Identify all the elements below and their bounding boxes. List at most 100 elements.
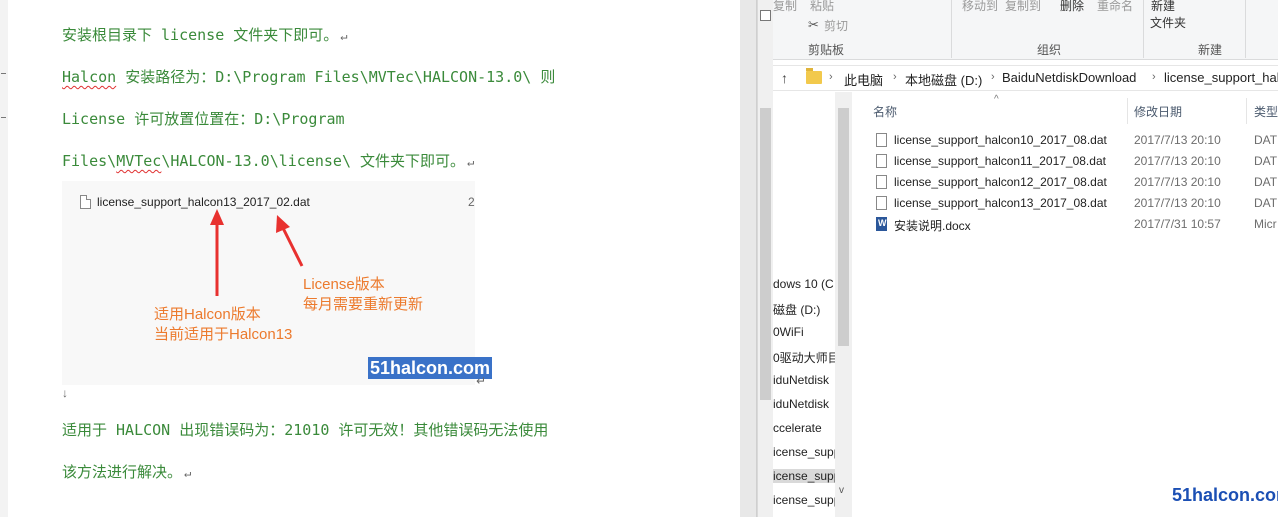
file-row[interactable]: license_support_halcon10_2017_08.dat 201… [852, 130, 1278, 151]
breadcrumb-baidunetdisk[interactable]: BaiduNetdiskDownload [1002, 70, 1136, 85]
nav-item[interactable]: icense_supp [773, 493, 835, 507]
file-name: license_support_halcon10_2017_08.dat [894, 133, 1107, 147]
annotation-version-line1: 适用Halcon版本 [154, 306, 261, 323]
annotation-version-line2: 当前适用于Halcon13 [154, 326, 293, 343]
annotation-license-line1: License版本 [303, 276, 385, 293]
file-row[interactable]: 安装说明.docx 2017/7/31 10:57 Micr [852, 214, 1278, 235]
file-type: Micr [1254, 217, 1277, 231]
nav-item[interactable]: 0驱动大师目 [773, 349, 835, 366]
file-name: license_support_halcon11_2017_08.dat [894, 154, 1106, 168]
ribbon: 复制 粘贴 ✂ 剪切 剪贴板 移动到 复制到 删除 重命名 组织 新建 文件夹 … [773, 0, 1278, 60]
scissors-icon: ✂ [808, 17, 819, 32]
nav-item[interactable]: iduNetdisk [773, 397, 835, 411]
breadcrumb-current-folder[interactable]: license_support_halc [1164, 70, 1278, 85]
paste-shortcut-button[interactable]: 粘贴 [810, 0, 834, 14]
file-icon [876, 154, 887, 168]
new-item-button[interactable]: 新建 [1151, 0, 1175, 14]
embedded-watermark: 51halcon.com [368, 357, 493, 379]
breadcrumb-this-pc[interactable]: 此电脑 [844, 70, 883, 89]
file-icon [876, 133, 887, 147]
document-scrollbar[interactable] [757, 0, 773, 517]
nav-scrollbar[interactable]: v [835, 92, 852, 517]
chevron-right-icon[interactable]: › [893, 71, 897, 83]
chevron-right-icon[interactable]: › [829, 71, 833, 83]
cut-button[interactable]: 剪切 [824, 17, 848, 34]
delete-button[interactable]: 删除 [1060, 0, 1084, 14]
arrow-version-icon [210, 209, 224, 296]
move-to-button[interactable]: 移动到 [962, 0, 998, 14]
embedded-screenshot[interactable]: license_support_halcon13_2017_02.dat 2 L… [62, 181, 493, 385]
copy-button[interactable]: 复制 [773, 0, 797, 14]
file-name: license_support_halcon13_2017_08.dat [894, 196, 1107, 210]
file-icon [876, 196, 887, 210]
new-group-label: 新建 [1198, 43, 1223, 57]
rename-button[interactable]: 重命名 [1097, 0, 1133, 14]
doc-line-5: 适用于 HALCON 出现错误码为：21010 许可无效！其他错误码无法使用 [62, 421, 549, 439]
file-type: DAT [1254, 175, 1278, 189]
ribbon-separator [1143, 0, 1144, 58]
navigation-pane: dows 10 (C 磁盘 (D:) 0WiFi 0驱动大师目 iduNetdi… [773, 92, 835, 517]
chevron-right-icon[interactable]: › [1152, 71, 1156, 83]
address-bar[interactable]: ↑ › 此电脑 › 本地磁盘 (D:) › BaiduNetdiskDownlo… [773, 65, 1278, 91]
doc-line-4: Files\MVTec\HALCON-13.0\license\ 文件夹下即可。… [62, 152, 475, 170]
column-header-name[interactable]: 名称 [873, 103, 897, 120]
organize-group-label: 组织 [1037, 43, 1062, 57]
scrollbar-thumb[interactable] [838, 108, 849, 346]
word-doc-icon [876, 217, 887, 231]
nav-item[interactable]: icense_supp [773, 445, 835, 459]
folder-icon [806, 68, 822, 84]
file-type: DAT [1254, 133, 1278, 147]
file-date: 2017/7/13 20:10 [1134, 133, 1221, 147]
spellcheck-word: MVTec [116, 152, 162, 170]
doc-line-2: Halcon 安装路径为：D:\Program Files\MVTec\HALC… [62, 68, 556, 86]
chevron-down-icon[interactable]: v [839, 485, 844, 496]
gutter-mark [1, 73, 6, 74]
site-watermark: 51halcon.com [1172, 485, 1278, 505]
file-row[interactable]: license_support_halcon12_2017_08.dat 201… [852, 172, 1278, 193]
file-row[interactable]: license_support_halcon11_2017_08.dat 201… [852, 151, 1278, 172]
nav-item[interactable]: 0WiFi [773, 325, 835, 339]
file-list: ^ 名称 修改日期 类型 license_support_halcon10_20… [852, 92, 1278, 517]
copy-to-button[interactable]: 复制到 [1005, 0, 1041, 14]
word-document: 安装根目录下 license 文件夹下即可。 ↵ Halcon 安装路径为：D:\… [0, 0, 740, 517]
file-name: license_support_halcon12_2017_08.dat [894, 175, 1107, 189]
file-date: 2017/7/13 20:10 [1134, 175, 1221, 189]
paragraph-mark: ↓ [62, 386, 68, 400]
file-type: DAT [1254, 196, 1278, 210]
file-date: 2017/7/31 10:57 [1134, 217, 1221, 231]
column-separator[interactable] [1127, 98, 1128, 124]
column-header-modified[interactable]: 修改日期 [1134, 103, 1182, 120]
file-type: DAT [1254, 154, 1278, 168]
nav-item[interactable]: 磁盘 (D:) [773, 301, 835, 318]
annotation-license-line2: 每月需要重新更新 [303, 296, 424, 313]
column-header-type[interactable]: 类型 [1254, 103, 1278, 120]
page-icon [760, 10, 771, 21]
doc-line-6: 该方法进行解决。 ↵ [62, 463, 192, 481]
new-folder-button[interactable]: 文件夹 [1150, 14, 1186, 31]
paragraph-mark: ↵ [476, 374, 487, 388]
scrollbar-thumb[interactable] [760, 108, 771, 400]
file-row[interactable]: license_support_halcon13_2017_08.dat 201… [852, 193, 1278, 214]
doc-line-3: License 许可放置位置在：D:\Program [62, 110, 345, 128]
file-date: 2017/7/13 20:10 [1134, 154, 1221, 168]
doc-line-1: 安装根目录下 license 文件夹下即可。 ↵ [62, 26, 348, 44]
nav-item[interactable]: dows 10 (C [773, 277, 835, 291]
doc-left-gutter [0, 0, 8, 517]
file-icon [876, 175, 887, 189]
nav-item[interactable]: iduNetdisk [773, 373, 835, 387]
window-divider [740, 0, 757, 517]
arrow-license-icon [276, 215, 304, 267]
file-date: 2017/7/13 20:10 [1134, 196, 1221, 210]
breadcrumb-drive-d[interactable]: 本地磁盘 (D:) [905, 70, 982, 89]
gutter-mark [1, 117, 6, 118]
file-explorer: 复制 粘贴 ✂ 剪切 剪贴板 移动到 复制到 删除 重命名 组织 新建 文件夹 … [773, 0, 1278, 517]
spellcheck-word: Halcon [62, 68, 117, 86]
nav-item[interactable]: ccelerate [773, 421, 835, 435]
annotation-arrows [210, 209, 304, 296]
ribbon-separator [951, 0, 952, 58]
up-arrow-icon[interactable]: ↑ [781, 70, 788, 86]
clipboard-group-label: 剪贴板 [808, 43, 845, 57]
column-separator[interactable] [1246, 98, 1247, 124]
nav-item-selected[interactable]: icense_supp [773, 469, 835, 483]
chevron-right-icon[interactable]: › [991, 71, 995, 83]
